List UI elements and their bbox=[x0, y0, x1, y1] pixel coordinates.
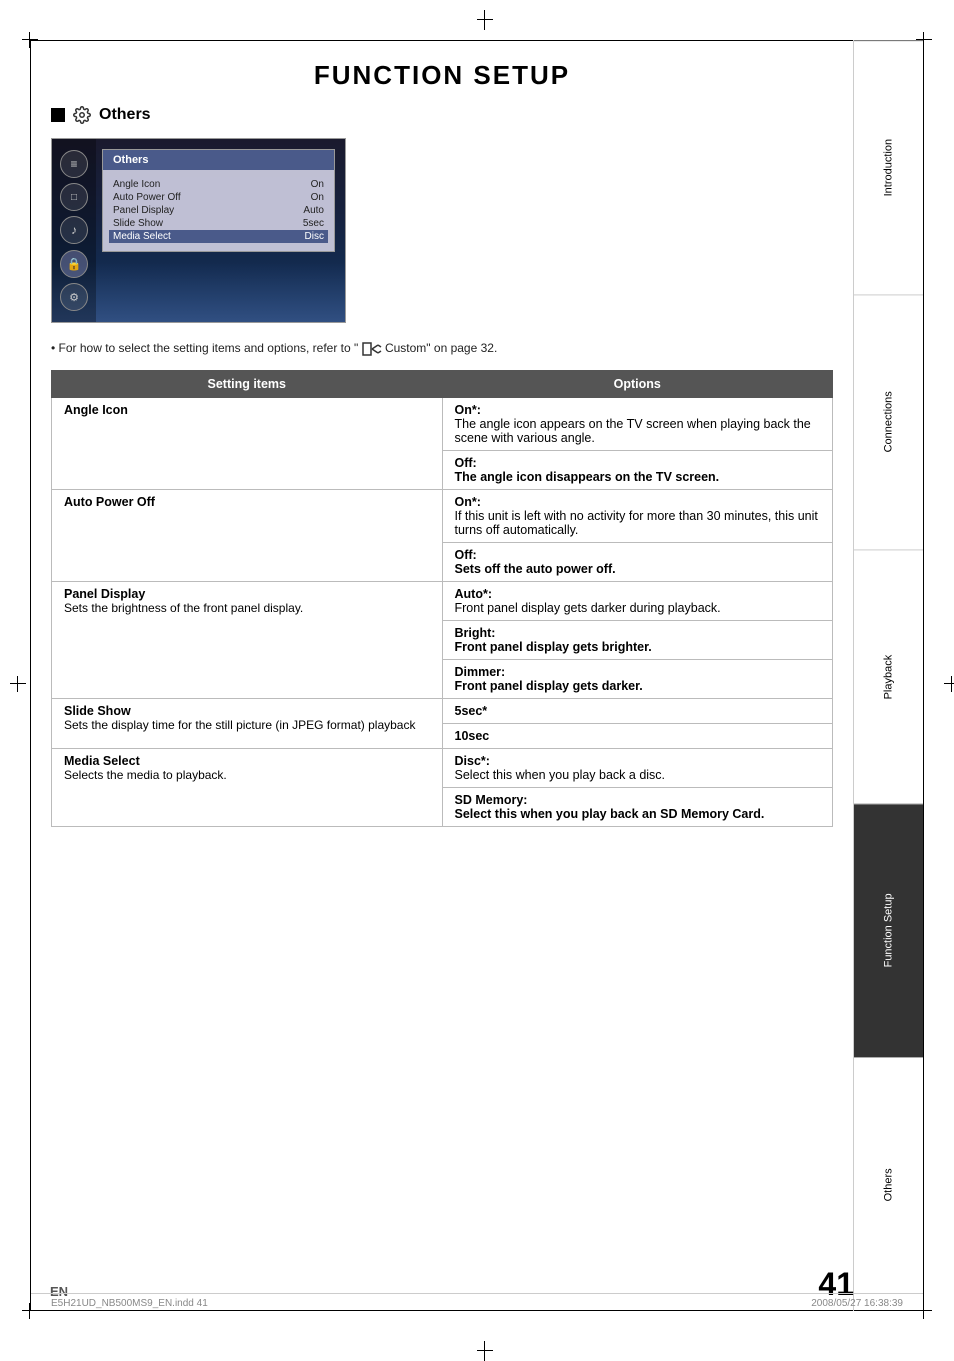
option-slide-5sec: 5sec* bbox=[442, 698, 833, 723]
option-media-sd: SD Memory: Select this when you play bac… bbox=[442, 787, 833, 826]
setting-angle-icon: Angle Icon bbox=[52, 397, 443, 489]
left-content: FUNCTION SETUP Others ≡ □ ♪ 🔒 ⚙ bbox=[31, 40, 853, 1311]
option-slide-10sec: 10sec bbox=[442, 723, 833, 748]
file-info-left: E5H21UD_NB500MS9_EN.indd 41 bbox=[51, 1298, 208, 1309]
screenshot-icons-column: ≡ □ ♪ 🔒 ⚙ bbox=[52, 139, 96, 322]
screenshot-menu-header: Others bbox=[103, 150, 334, 170]
setting-media-select: Media Select Selects the media to playba… bbox=[52, 748, 443, 826]
option-auto-power-off: Off: Sets off the auto power off. bbox=[442, 542, 833, 581]
note-text: • For how to select the setting items an… bbox=[51, 341, 833, 356]
table-row: Slide Show Sets the display time for the… bbox=[52, 698, 833, 723]
menu-row-media: Media SelectDisc bbox=[109, 230, 328, 243]
file-info-right: 2008/05/27 16:38:39 bbox=[811, 1298, 903, 1309]
menu-row-slide: Slide Show5sec bbox=[113, 217, 324, 230]
page-border-right bbox=[923, 40, 924, 1311]
table-row: Angle Icon On*: The angle icon appears o… bbox=[52, 397, 833, 450]
table-row: Auto Power Off On*: If this unit is left… bbox=[52, 489, 833, 542]
option-angle-icon-off: Off: The angle icon disappears on the TV… bbox=[442, 450, 833, 489]
option-media-disc: Disc*: Select this when you play back a … bbox=[442, 748, 833, 787]
section-heading: Others bbox=[51, 106, 833, 124]
option-panel-dimmer: Dimmer: Front panel display gets darker. bbox=[442, 659, 833, 698]
screenshot-menu: Others Angle IconOn Auto Power OffOn Pan… bbox=[102, 149, 335, 252]
sidebar-item-playback: Playback bbox=[854, 549, 923, 803]
sidebar-item-connections: Connections bbox=[854, 294, 923, 548]
screenshot-menu-body: Angle IconOn Auto Power OffOn Panel Disp… bbox=[103, 170, 334, 251]
col-header-options: Options bbox=[442, 370, 833, 397]
section-heading-text: Others bbox=[99, 106, 151, 124]
heading-black-square bbox=[51, 108, 65, 122]
table-row: Panel Display Sets the brightness of the… bbox=[52, 581, 833, 620]
table-row: Media Select Selects the media to playba… bbox=[52, 748, 833, 787]
setting-slide-show: Slide Show Sets the display time for the… bbox=[52, 698, 443, 748]
menu-row-panel: Panel DisplayAuto bbox=[113, 204, 324, 217]
option-auto-power-on: On*: If this unit is left with no activi… bbox=[442, 489, 833, 542]
right-sidebar: Introduction Connections Playback Functi… bbox=[853, 40, 923, 1311]
col-header-setting: Setting items bbox=[52, 370, 443, 397]
sidebar-item-introduction: Introduction bbox=[854, 40, 923, 294]
custom-icon bbox=[362, 342, 382, 356]
settings-table: Setting items Options Angle Icon On*: Th… bbox=[51, 370, 833, 827]
sidebar-item-others: Others bbox=[854, 1058, 923, 1311]
main-content: FUNCTION SETUP Others ≡ □ ♪ 🔒 ⚙ bbox=[31, 40, 923, 1311]
file-info-bar: E5H21UD_NB500MS9_EN.indd 41 2008/05/27 1… bbox=[31, 1293, 923, 1309]
icon-menu: ≡ bbox=[60, 150, 88, 178]
icon-lock: 🔒 bbox=[60, 250, 88, 278]
page-title: FUNCTION SETUP bbox=[51, 40, 833, 106]
setting-panel-display: Panel Display Sets the brightness of the… bbox=[52, 581, 443, 698]
gear-icon bbox=[73, 106, 91, 124]
icon-box: □ bbox=[60, 183, 88, 211]
option-angle-icon-on: On*: The angle icon appears on the TV sc… bbox=[442, 397, 833, 450]
option-panel-auto: Auto*: Front panel display gets darker d… bbox=[442, 581, 833, 620]
icon-music: ♪ bbox=[60, 216, 88, 244]
menu-row-auto-power: Auto Power OffOn bbox=[113, 191, 324, 204]
icon-gear-small: ⚙ bbox=[60, 283, 88, 311]
sidebar-item-function-setup: Function Setup bbox=[854, 803, 923, 1057]
setting-auto-power-off: Auto Power Off bbox=[52, 489, 443, 581]
option-panel-bright: Bright: Front panel display gets brighte… bbox=[442, 620, 833, 659]
menu-row-angle-icon: Angle IconOn bbox=[113, 178, 324, 191]
screenshot-area: ≡ □ ♪ 🔒 ⚙ Others Angle IconOn Auto Power… bbox=[51, 138, 346, 323]
